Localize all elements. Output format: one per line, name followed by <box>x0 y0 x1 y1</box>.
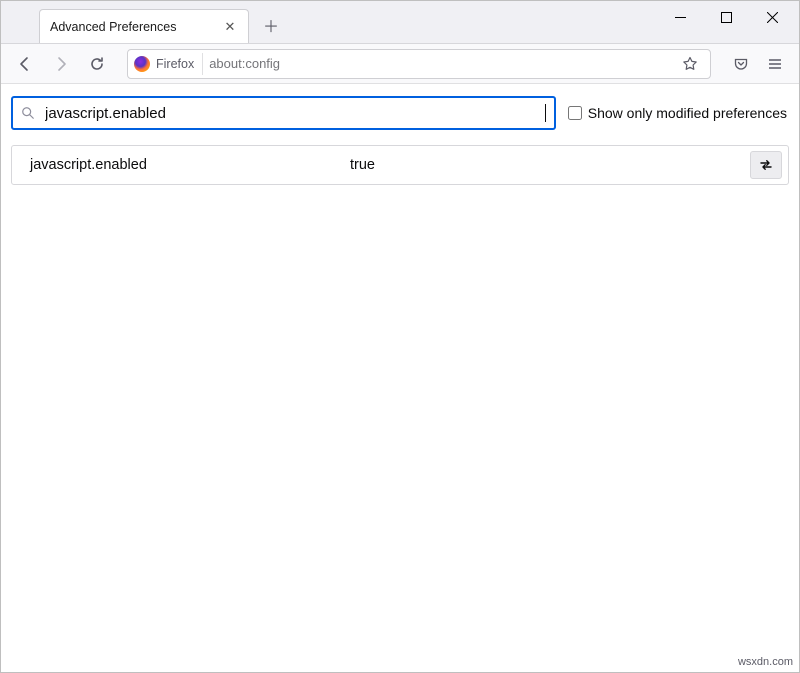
tab-strip: Advanced Preferences ✕ ＋ <box>1 1 285 43</box>
plus-icon: ＋ <box>263 13 279 37</box>
url-text: about:config <box>209 56 670 71</box>
minimize-button[interactable] <box>657 1 703 33</box>
back-button[interactable] <box>9 48 41 80</box>
close-icon <box>767 12 778 23</box>
show-modified-label: Show only modified preferences <box>588 105 787 121</box>
maximize-icon <box>721 12 732 23</box>
hamburger-icon <box>767 56 783 72</box>
firefox-logo-icon <box>134 56 150 72</box>
toolbar-tail <box>725 48 791 80</box>
pref-row[interactable]: javascript.enabled true <box>12 146 788 184</box>
back-icon <box>17 56 33 72</box>
pref-table: javascript.enabled true <box>11 145 789 185</box>
urlbar-actions <box>676 50 704 78</box>
minimize-icon <box>675 12 686 23</box>
reload-icon <box>89 56 105 72</box>
tab-close-button[interactable]: ✕ <box>222 19 238 35</box>
pref-name: javascript.enabled <box>30 157 350 173</box>
close-window-button[interactable] <box>749 1 795 33</box>
new-tab-button[interactable]: ＋ <box>257 11 285 39</box>
about-config-page: Show only modified preferences javascrip… <box>1 85 799 652</box>
nav-toolbar: Firefox about:config <box>1 44 799 84</box>
reload-button[interactable] <box>81 48 113 80</box>
pocket-icon <box>733 56 749 72</box>
tab-active[interactable]: Advanced Preferences ✕ <box>39 9 249 43</box>
identity-label: Firefox <box>156 57 194 71</box>
text-caret <box>545 104 546 122</box>
search-row: Show only modified preferences <box>11 95 789 131</box>
pocket-button[interactable] <box>725 48 757 80</box>
watermark: wsxdn.com <box>738 656 793 668</box>
maximize-button[interactable] <box>703 1 749 33</box>
toggle-arrows-icon <box>758 157 774 173</box>
search-box[interactable] <box>11 96 556 130</box>
show-modified-filter[interactable]: Show only modified preferences <box>568 105 789 121</box>
show-modified-checkbox[interactable] <box>568 106 582 120</box>
bookmark-button[interactable] <box>676 50 704 78</box>
titlebar: Advanced Preferences ✕ ＋ <box>1 1 799 44</box>
search-icon <box>21 106 35 120</box>
pref-toggle-button[interactable] <box>750 151 782 179</box>
pref-value: true <box>350 157 750 173</box>
identity-box[interactable]: Firefox <box>134 53 203 75</box>
app-menu-button[interactable] <box>759 48 791 80</box>
forward-button[interactable] <box>45 48 77 80</box>
star-icon <box>682 56 698 72</box>
window-controls <box>657 1 795 33</box>
forward-icon <box>53 56 69 72</box>
search-input[interactable] <box>43 104 541 123</box>
url-bar[interactable]: Firefox about:config <box>127 49 711 79</box>
tab-title: Advanced Preferences <box>50 20 214 34</box>
